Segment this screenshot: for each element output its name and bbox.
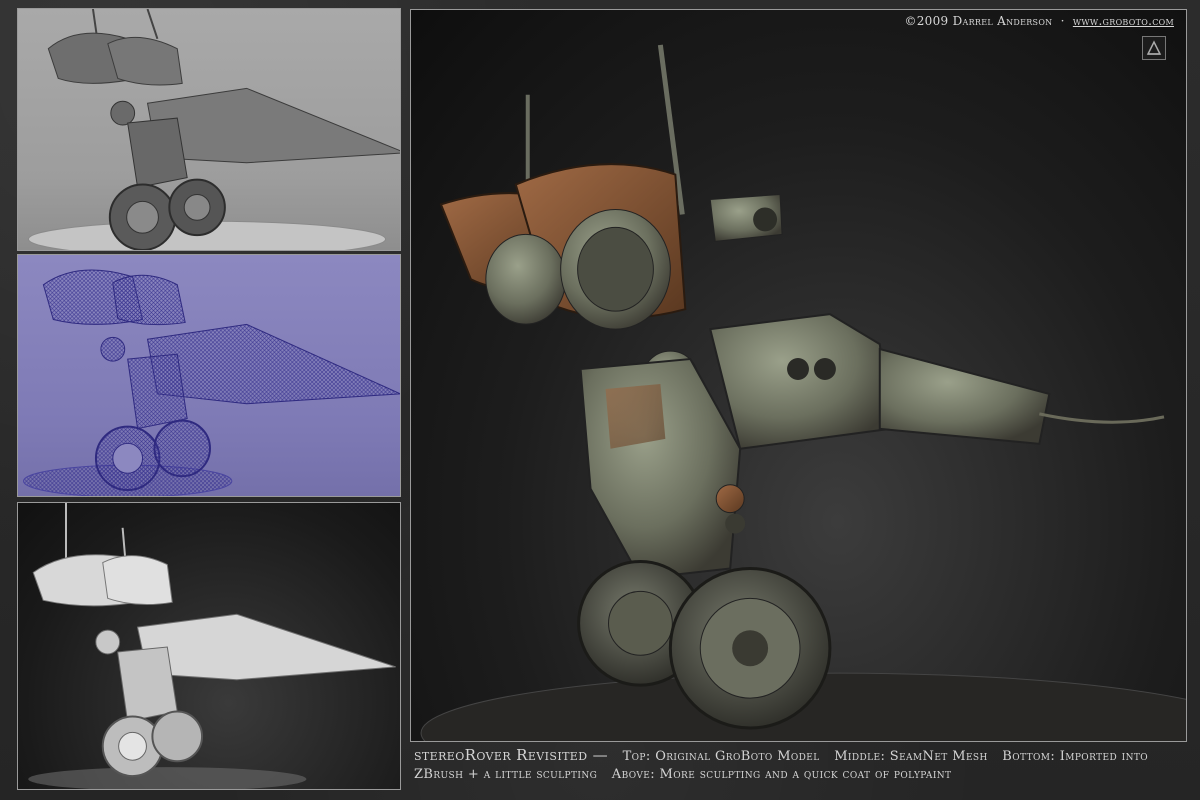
copyright-line: ©2009 Darrel Anderson · www.groboto.com [904, 14, 1174, 28]
website-link[interactable]: www.groboto.com [1073, 14, 1174, 28]
copyright-separator: · [1060, 14, 1065, 28]
caption-above: Above: More sculpting and a quick coat o… [611, 767, 952, 782]
copyright-owner: ©2009 Darrel Anderson [904, 14, 1053, 28]
robot-wireframe-illustration [23, 269, 400, 496]
logo-badge-icon [1142, 36, 1166, 60]
robot-gray-illustration [28, 9, 400, 250]
caption-title: stereoRover Revisited — [414, 746, 609, 764]
thumbnail-seamnet-mesh[interactable] [17, 254, 401, 497]
caption: stereoRover Revisited — Top: Original Gr… [414, 746, 1184, 784]
caption-middle: Middle: SeamNet Mesh [834, 749, 988, 764]
groboto-logo-icon [1146, 40, 1162, 55]
thumbnail-zbrush-sculpt[interactable] [17, 502, 401, 790]
main-render-polypaint[interactable]: ©2009 Darrel Anderson · www.groboto.com [410, 9, 1187, 742]
robot-sculpt-illustration [28, 503, 396, 789]
caption-top: Top: Original GroBoto Model [622, 749, 820, 764]
thumbnail-groboto-model[interactable] [17, 8, 401, 251]
robot-polypaint-illustration [420, 44, 1186, 741]
